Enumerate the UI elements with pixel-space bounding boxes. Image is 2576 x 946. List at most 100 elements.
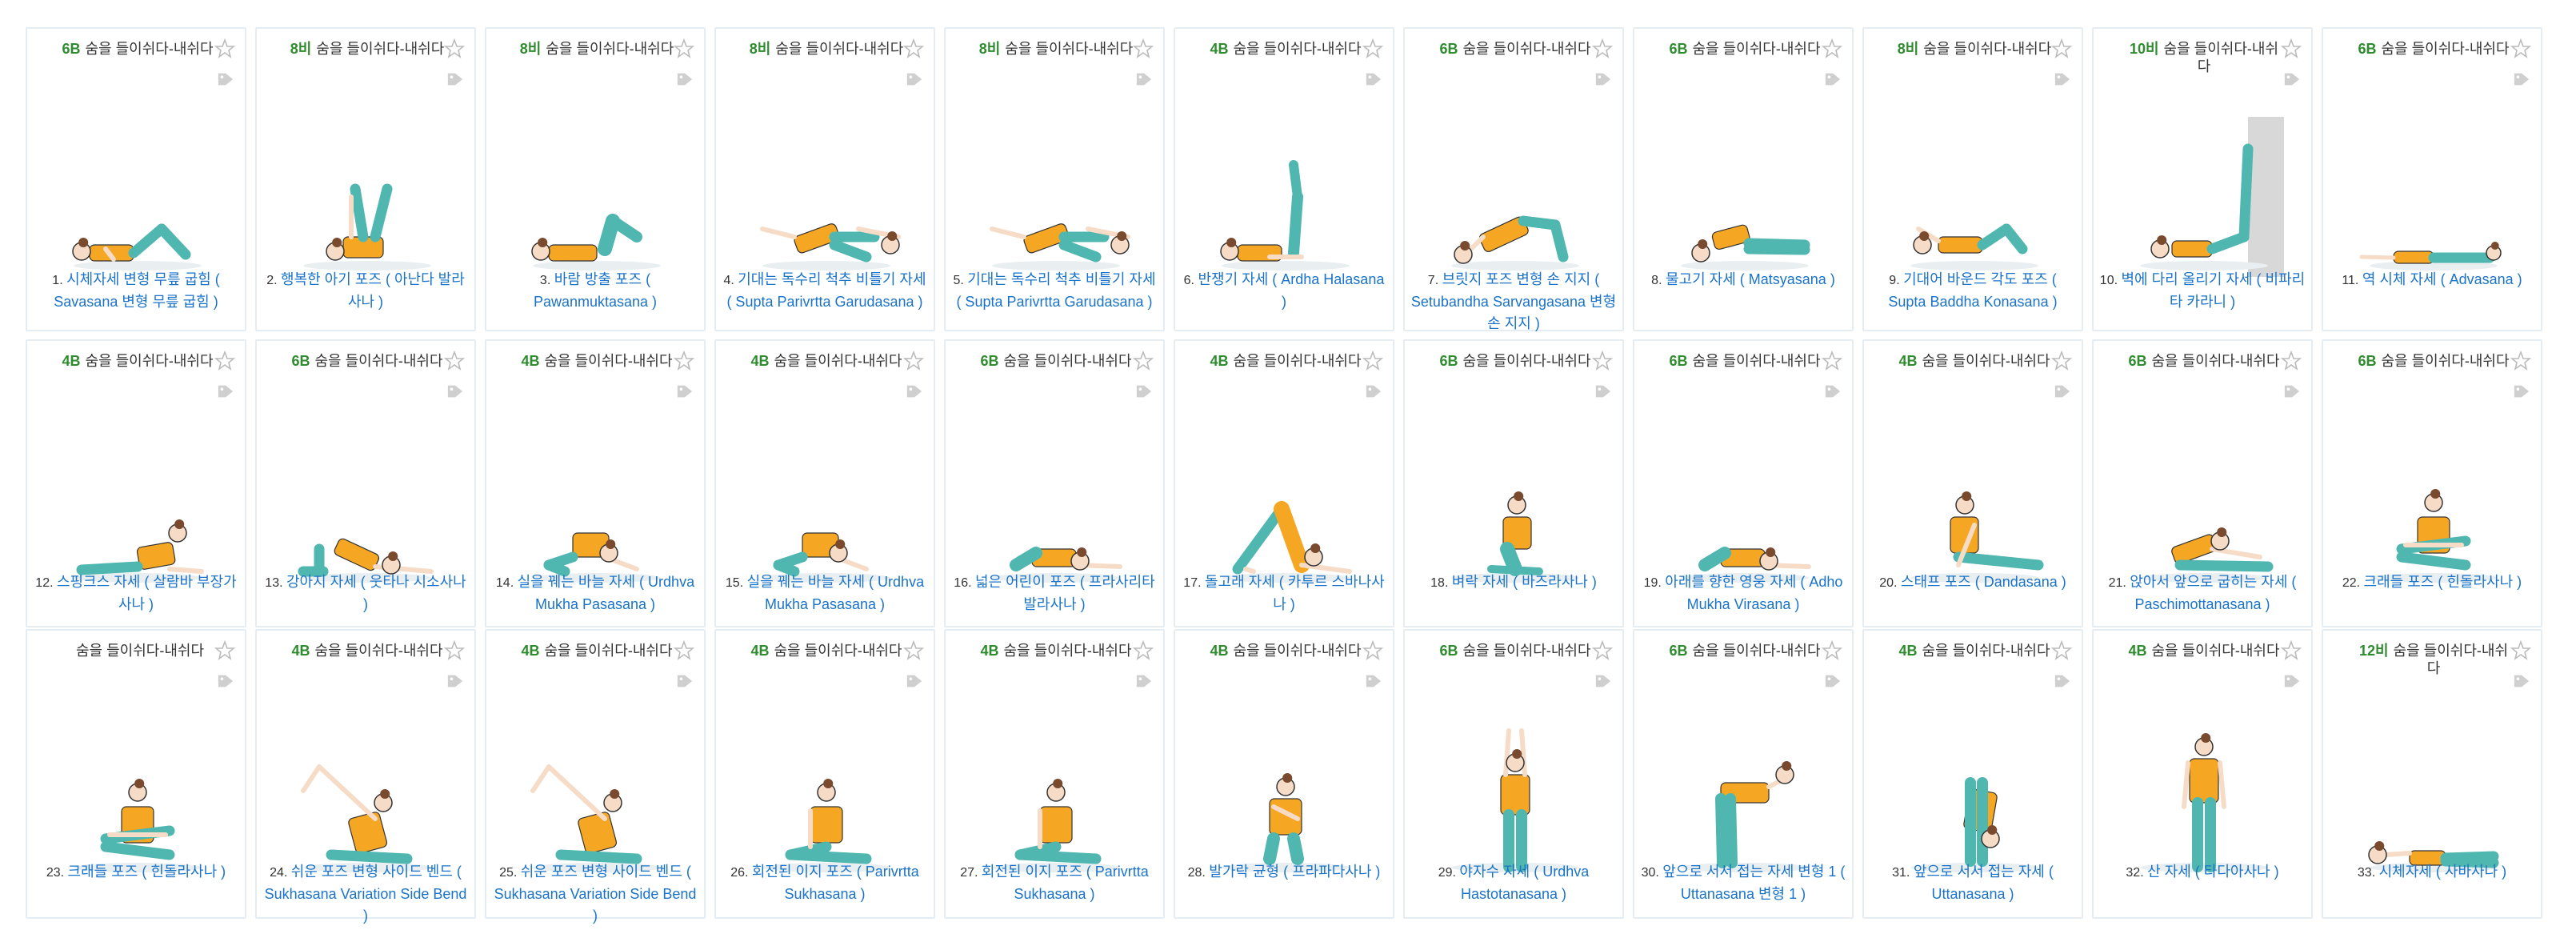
pose-card[interactable]: 숨을 들이쉬다-내쉬다 23. 크래들 포즈 ( 힌돌라사나 ) bbox=[26, 629, 246, 919]
tag-icon[interactable] bbox=[905, 383, 924, 400]
pose-title-link[interactable]: 28. 발가락 균형 ( 프라파다사나 ) bbox=[1180, 861, 1388, 884]
tag-icon[interactable] bbox=[1823, 70, 1842, 88]
pose-title-link[interactable]: 11. 역 시체 자세 ( Advasana ) bbox=[2328, 269, 2536, 291]
tag-icon[interactable] bbox=[1594, 672, 1613, 690]
favorite-star-icon[interactable] bbox=[2281, 640, 2302, 661]
pose-card[interactable]: 8비 숨을 들이쉬다-내쉬다 4. 기대는 독수리 척추 비틀기 자세 ( Supt… bbox=[714, 27, 935, 331]
tag-icon[interactable] bbox=[1134, 672, 1154, 690]
tag-icon[interactable] bbox=[1594, 383, 1613, 400]
favorite-star-icon[interactable] bbox=[1822, 351, 1842, 371]
tag-icon[interactable] bbox=[446, 672, 465, 690]
pose-card[interactable]: 8비 숨을 들이쉬다-내쉬다 5. 기대는 독수리 척추 비틀기 자세 ( Supt… bbox=[944, 27, 1165, 331]
pose-card[interactable]: 4B 숨을 들이쉬다-내쉬다 12. 스핑크스 자세 ( 살람바 부장가사나 ) bbox=[26, 339, 246, 627]
favorite-star-icon[interactable] bbox=[214, 38, 235, 59]
tag-icon[interactable] bbox=[905, 672, 924, 690]
pose-title-link[interactable]: 12. 스핑크스 자세 ( 살람바 부장가사나 ) bbox=[32, 571, 240, 615]
favorite-star-icon[interactable] bbox=[2510, 351, 2531, 371]
pose-card[interactable]: 6B 숨을 들이쉬다-내쉬다 13. 강아지 자세 ( 웃타나 시소사나 ) bbox=[255, 339, 476, 627]
tag-icon[interactable] bbox=[1364, 672, 1383, 690]
tag-icon[interactable] bbox=[216, 672, 235, 690]
pose-title-link[interactable]: 17. 돌고래 자세 ( 카투르 스바나사나 ) bbox=[1180, 571, 1388, 615]
tag-icon[interactable] bbox=[2512, 672, 2531, 690]
pose-card[interactable]: 10비 숨을 들이쉬다-내쉬다 10. 벽에 다리 올리기 자세 ( 비파리타 카라… bbox=[2092, 27, 2313, 331]
pose-title-link[interactable]: 14. 실을 꿰는 바늘 자세 ( Urdhva Mukha Pasasana … bbox=[491, 571, 699, 615]
pose-title-link[interactable]: 22. 크래들 포즈 ( 힌돌라사나 ) bbox=[2328, 571, 2536, 594]
tag-icon[interactable] bbox=[216, 70, 235, 88]
favorite-star-icon[interactable] bbox=[1822, 38, 1842, 59]
pose-card[interactable]: 6B 숨을 들이쉬다-내쉬다 1. 시체자세 변형 무릎 굽힘 ( Savasana… bbox=[26, 27, 246, 331]
pose-title-link[interactable]: 29. 야자수 자세 ( Urdhva Hastotanasana ) bbox=[1410, 861, 1618, 905]
pose-title-link[interactable]: 31. 앞으로 서서 접는 자세 ( Uttanasana ) bbox=[1869, 861, 2077, 905]
pose-title-link[interactable]: 33. 시체자세 ( 사바사나 ) bbox=[2328, 861, 2536, 884]
favorite-star-icon[interactable] bbox=[2510, 640, 2531, 661]
pose-card[interactable]: 6B 숨을 들이쉬다-내쉬다 16. 넓은 어린이 포즈 ( 프라사리타 발라사나 … bbox=[944, 339, 1165, 627]
pose-card[interactable]: 4B 숨을 들이쉬다-내쉬다 14. 실을 꿰는 바늘 자세 ( Urdhva Mu… bbox=[485, 339, 706, 627]
tag-icon[interactable] bbox=[446, 70, 465, 88]
tag-icon[interactable] bbox=[2282, 70, 2302, 88]
pose-title-link[interactable]: 19. 아래를 향한 영웅 자세 ( Adho Mukha Virasana ) bbox=[1639, 571, 1847, 615]
tag-icon[interactable] bbox=[1823, 672, 1842, 690]
favorite-star-icon[interactable] bbox=[1362, 640, 1383, 661]
favorite-star-icon[interactable] bbox=[674, 38, 694, 59]
pose-title-link[interactable]: 8. 물고기 자세 ( Matsyasana ) bbox=[1639, 269, 1847, 291]
tag-icon[interactable] bbox=[675, 383, 694, 400]
favorite-star-icon[interactable] bbox=[444, 38, 465, 59]
tag-icon[interactable] bbox=[2053, 383, 2072, 400]
favorite-star-icon[interactable] bbox=[1133, 38, 1154, 59]
tag-icon[interactable] bbox=[2512, 70, 2531, 88]
pose-title-link[interactable]: 23. 크래들 포즈 ( 힌돌라사나 ) bbox=[32, 861, 240, 884]
favorite-star-icon[interactable] bbox=[674, 640, 694, 661]
pose-title-link[interactable]: 3. 바람 방출 포즈 ( Pawanmuktasana ) bbox=[491, 269, 699, 313]
favorite-star-icon[interactable] bbox=[674, 351, 694, 371]
pose-card[interactable]: 6B 숨을 들이쉬다-내쉬다 30. 앞으로 서서 접는 자세 변형 1 ( Utt… bbox=[1633, 629, 1854, 919]
pose-title-link[interactable]: 13. 강아지 자세 ( 웃타나 시소사나 ) bbox=[262, 571, 470, 615]
pose-card[interactable]: 6B 숨을 들이쉬다-내쉬다 8. 물고기 자세 ( Matsyasana ) bbox=[1633, 27, 1854, 331]
favorite-star-icon[interactable] bbox=[444, 351, 465, 371]
pose-title-link[interactable]: 7. 브릿지 포즈 변형 손 지지 ( Setubandha Sarvangas… bbox=[1410, 269, 1618, 335]
pose-card[interactable]: 4B 숨을 들이쉬다-내쉬다 31. 앞으로 서서 접는 자세 ( Uttanasa… bbox=[1862, 629, 2083, 919]
pose-card[interactable]: 8비 숨을 들이쉬다-내쉬다 9. 기대어 바운드 각도 포즈 ( Supta Ba… bbox=[1862, 27, 2083, 331]
favorite-star-icon[interactable] bbox=[1133, 640, 1154, 661]
pose-card[interactable]: 6B 숨을 들이쉬다-내쉬다 19. 아래를 향한 영웅 자세 ( Adho Muk… bbox=[1633, 339, 1854, 627]
pose-title-link[interactable]: 27. 회전된 이지 포즈 ( Parivrtta Sukhasana ) bbox=[950, 861, 1158, 905]
favorite-star-icon[interactable] bbox=[1362, 38, 1383, 59]
favorite-star-icon[interactable] bbox=[2051, 640, 2072, 661]
pose-title-link[interactable]: 4. 기대는 독수리 척추 비틀기 자세 ( Supta Parivrtta G… bbox=[721, 269, 929, 313]
favorite-star-icon[interactable] bbox=[1592, 351, 1613, 371]
pose-card[interactable]: 4B 숨을 들이쉬다-내쉬다 17. 돌고래 자세 ( 카투르 스바나사나 ) bbox=[1174, 339, 1394, 627]
tag-icon[interactable] bbox=[1364, 70, 1383, 88]
tag-icon[interactable] bbox=[675, 70, 694, 88]
favorite-star-icon[interactable] bbox=[2281, 38, 2302, 59]
tag-icon[interactable] bbox=[905, 70, 924, 88]
pose-card[interactable]: 4B 숨을 들이쉬다-내쉬다 20. 스태프 포즈 ( Dandasana ) bbox=[1862, 339, 2083, 627]
pose-card[interactable]: 6B 숨을 들이쉬다-내쉬다 21. 앉아서 앞으로 굽히는 자세 ( Paschi… bbox=[2092, 339, 2313, 627]
favorite-star-icon[interactable] bbox=[2051, 351, 2072, 371]
tag-icon[interactable] bbox=[216, 383, 235, 400]
favorite-star-icon[interactable] bbox=[903, 640, 924, 661]
tag-icon[interactable] bbox=[1594, 70, 1613, 88]
tag-icon[interactable] bbox=[446, 383, 465, 400]
pose-card[interactable]: 8비 숨을 들이쉬다-내쉬다 3. 바람 방출 포즈 ( Pawanmuktasan… bbox=[485, 27, 706, 331]
tag-icon[interactable] bbox=[2512, 383, 2531, 400]
favorite-star-icon[interactable] bbox=[214, 640, 235, 661]
pose-card[interactable]: 6B 숨을 들이쉬다-내쉬다 18. 벼락 자세 ( 바즈라사나 ) bbox=[1403, 339, 1624, 627]
tag-icon[interactable] bbox=[1134, 383, 1154, 400]
pose-card[interactable]: 8비 숨을 들이쉬다-내쉬다 2. 행복한 아기 포즈 ( 아난다 발라사나 ) bbox=[255, 27, 476, 331]
pose-card[interactable]: 12비 숨을 들이쉬다-내쉬다 33. 시체자세 ( 사바사나 ) bbox=[2322, 629, 2542, 919]
pose-title-link[interactable]: 32. 산 자세 ( 타다아사나 ) bbox=[2098, 861, 2306, 884]
pose-card[interactable]: 6B 숨을 들이쉬다-내쉬다 22. 크래들 포즈 ( 힌돌라사나 ) bbox=[2322, 339, 2542, 627]
pose-title-link[interactable]: 15. 실을 꿰는 바늘 자세 ( Urdhva Mukha Pasasana … bbox=[721, 571, 929, 615]
pose-title-link[interactable]: 10. 벽에 다리 올리기 자세 ( 비파리타 카라니 ) bbox=[2098, 269, 2306, 313]
favorite-star-icon[interactable] bbox=[2051, 38, 2072, 59]
pose-card[interactable]: 4B 숨을 들이쉬다-내쉬다 28. 발가락 균형 ( 프라파다사나 ) bbox=[1174, 629, 1394, 919]
favorite-star-icon[interactable] bbox=[1362, 351, 1383, 371]
favorite-star-icon[interactable] bbox=[1592, 38, 1613, 59]
pose-card[interactable]: 6B 숨을 들이쉬다-내쉬다 7. 브릿지 포즈 변형 손 지지 ( Setuban… bbox=[1403, 27, 1624, 331]
tag-icon[interactable] bbox=[2282, 383, 2302, 400]
pose-card[interactable]: 4B 숨을 들이쉬다-내쉬다 26. 회전된 이지 포즈 ( Parivrtta S… bbox=[714, 629, 935, 919]
pose-card[interactable]: 4B 숨을 들이쉬다-내쉬다 24. 쉬운 포즈 변형 사이드 벤드 ( Sukha… bbox=[255, 629, 476, 924]
pose-card[interactable]: 4B 숨을 들이쉬다-내쉬다 25. 쉬운 포즈 변형 사이드 벤드 ( Sukha… bbox=[485, 629, 706, 924]
favorite-star-icon[interactable] bbox=[214, 351, 235, 371]
pose-card[interactable]: 6B 숨을 들이쉬다-내쉬다 11. 역 시체 자세 ( Advasana ) bbox=[2322, 27, 2542, 331]
tag-icon[interactable] bbox=[2282, 672, 2302, 690]
